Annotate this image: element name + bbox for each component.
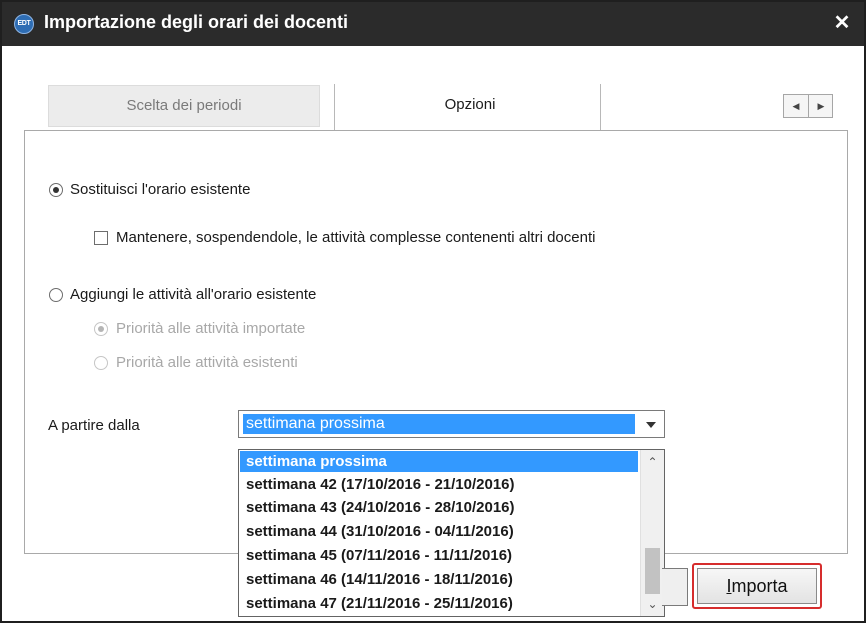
keep-activities-label[interactable]: Mantenere, sospendendole, le attività co…: [116, 229, 595, 246]
replace-schedule-label[interactable]: Sostituisci l'orario esistente: [70, 181, 250, 198]
keep-activities-checkbox[interactable]: [94, 231, 108, 245]
start-from-label: A partire dalla: [48, 417, 140, 434]
dropdown-option[interactable]: settimana 47 (21/11/2016 - 25/11/2016): [240, 593, 638, 614]
priority-existing-label: Priorità alle attività esistenti: [116, 354, 298, 371]
dropdown-option[interactable]: settimana 42 (17/10/2016 - 21/10/2016): [240, 474, 638, 495]
import-button[interactable]: Importa: [697, 568, 817, 604]
tab-divider: [334, 84, 335, 130]
obscured-button[interactable]: [662, 568, 688, 606]
title-bar: EDT Importazione degli orari dei docenti…: [2, 2, 864, 46]
tab-opzioni[interactable]: Opzioni: [336, 82, 604, 130]
add-activities-radio[interactable]: [49, 288, 63, 302]
priority-imported-label: Priorità alle attività importate: [116, 320, 306, 337]
priority-imported-radio[interactable]: [94, 322, 108, 336]
dropdown-option[interactable]: settimana 43 (24/10/2016 - 28/10/2016): [240, 497, 638, 518]
scroll-up-icon[interactable]: ⌃: [641, 452, 664, 472]
tab-prev-button[interactable]: ◀: [784, 95, 809, 117]
tab-next-button[interactable]: ▶: [809, 95, 833, 117]
add-activities-label[interactable]: Aggiungi le attività all'orario esistent…: [70, 286, 316, 303]
dropdown-scrollbar[interactable]: ⌃ ⌄: [640, 450, 664, 616]
dropdown-option[interactable]: settimana 45 (07/11/2016 - 11/11/2016): [240, 545, 638, 566]
replace-schedule-radio[interactable]: [49, 183, 63, 197]
dropdown-option[interactable]: settimana 46 (14/11/2016 - 18/11/2016): [240, 569, 638, 590]
start-week-dropdown-list[interactable]: settimana prossima settimana 42 (17/10/2…: [238, 449, 665, 617]
dialog-title: Importazione degli orari dei docenti: [44, 12, 349, 32]
tab-scelta-dei-periodi[interactable]: Scelta dei periodi: [48, 85, 320, 127]
import-button-label: mporta: [731, 576, 788, 596]
dropdown-option[interactable]: settimana 44 (31/10/2016 - 04/11/2016): [240, 521, 638, 542]
tab-scroll-arrows: ◀ ▶: [783, 94, 833, 118]
dialog-window: EDT Importazione degli orari dei docenti…: [0, 0, 866, 623]
scrollbar-thumb[interactable]: [645, 548, 660, 594]
tab-strip: Scelta dei periodi Opzioni ◀ ▶: [26, 82, 844, 132]
priority-existing-radio[interactable]: [94, 356, 108, 370]
scroll-down-icon[interactable]: ⌄: [641, 594, 664, 614]
start-week-select[interactable]: settimana prossima: [238, 410, 665, 438]
dropdown-option[interactable]: settimana prossima: [240, 451, 638, 472]
start-week-selected-value: settimana prossima: [243, 414, 635, 434]
close-button[interactable]: ✕: [830, 10, 854, 36]
chevron-down-icon[interactable]: [646, 422, 656, 428]
tab-divider: [600, 84, 601, 130]
import-button-highlight: Importa: [692, 563, 822, 609]
edt-app-icon: EDT: [14, 14, 34, 34]
